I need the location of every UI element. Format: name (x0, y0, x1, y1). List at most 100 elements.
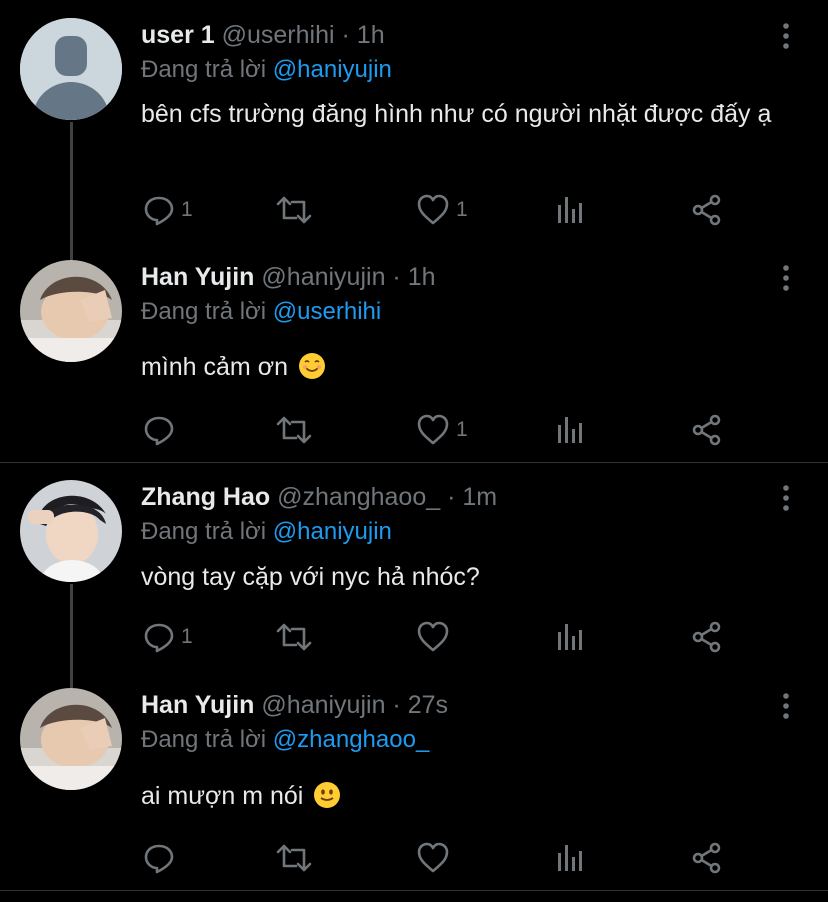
views-button[interactable] (556, 620, 584, 654)
tweet-text: mình cảm ơn (141, 353, 288, 381)
share-button[interactable] (692, 413, 722, 447)
handle[interactable]: @haniyujin (261, 691, 385, 719)
more-icon[interactable] (776, 264, 796, 292)
like-button[interactable] (416, 841, 456, 875)
views-icon (558, 417, 582, 443)
thread-divider (0, 462, 828, 463)
share-button[interactable] (692, 841, 722, 875)
reply-icon (144, 623, 174, 653)
avatar[interactable] (20, 480, 122, 582)
display-name[interactable]: Zhang Hao (141, 483, 270, 511)
like-icon (417, 194, 449, 225)
replying-to: Đang trả lời @zhanghaoo_ (141, 725, 429, 755)
like-button[interactable]: 1 (416, 413, 468, 447)
tweet-text: bên cfs trường đăng hình như có người nh… (141, 100, 772, 128)
display-name[interactable]: user 1 (141, 21, 215, 49)
like-count: 1 (456, 198, 468, 221)
replying-to: Đang trả lời @userhihi (141, 297, 381, 327)
action-bar: 1 (141, 413, 781, 447)
timestamp[interactable]: · 27s (392, 691, 448, 719)
reply-button[interactable]: 1 (143, 193, 193, 227)
share-button[interactable] (692, 193, 722, 227)
replying-to: Đang trả lời @haniyujin (141, 55, 392, 85)
views-button[interactable] (556, 193, 584, 227)
tweet-header: user 1 @userhihi · 1h (141, 20, 385, 50)
reply-count: 1 (181, 625, 193, 648)
retweet-button[interactable] (276, 413, 318, 447)
action-bar: 1 (141, 620, 781, 654)
more-icon[interactable] (776, 484, 796, 512)
profile-photo-icon (20, 260, 122, 362)
more-icon[interactable] (776, 692, 796, 720)
timestamp[interactable]: · 1h (392, 263, 435, 291)
smiling-face-emoji-icon (298, 353, 325, 379)
bottom-divider (0, 890, 828, 891)
replying-to-label: Đang trả lời (141, 298, 267, 325)
handle[interactable]: @haniyujin (261, 263, 385, 291)
share-icon (692, 414, 721, 446)
handle[interactable]: @zhanghaoo_ (277, 483, 440, 511)
views-button[interactable] (556, 413, 584, 447)
more-icon[interactable] (776, 22, 796, 50)
like-button[interactable]: 1 (416, 193, 468, 227)
tweet-text-row: ai mượn m nói (141, 779, 801, 814)
profile-photo-icon (20, 480, 122, 582)
thread-connector-1 (70, 122, 73, 260)
handle[interactable]: @userhihi (222, 21, 335, 49)
reply-icon (144, 844, 174, 874)
like-icon (417, 842, 449, 873)
share-icon (692, 842, 721, 874)
tweet-text: ai mượn m nói (141, 782, 304, 810)
retweet-icon (276, 844, 312, 872)
tweet-text: vòng tay cặp với nyc hả nhóc? (141, 563, 480, 591)
retweet-button[interactable] (276, 841, 318, 875)
reply-count: 1 (181, 198, 193, 221)
slightly-smiling-face-emoji-icon (314, 782, 341, 808)
avatar[interactable] (20, 260, 122, 362)
share-button[interactable] (692, 620, 722, 654)
timestamp[interactable]: · 1h (342, 21, 385, 49)
tweet-header: Han Yujin @haniyujin · 1h (141, 262, 436, 292)
like-count: 1 (456, 418, 468, 441)
reply-icon (144, 416, 174, 446)
tweet-header: Zhang Hao @zhanghaoo_ · 1m (141, 482, 497, 512)
views-button[interactable] (556, 841, 584, 875)
reply-icon (144, 196, 174, 226)
reply-button[interactable]: 1 (143, 620, 193, 654)
retweet-icon (276, 623, 312, 651)
retweet-icon (276, 196, 312, 224)
action-bar: 1 1 (141, 193, 781, 227)
default-avatar-icon (20, 18, 122, 120)
mention-link[interactable]: @zhanghaoo_ (273, 726, 430, 753)
retweet-button[interactable] (276, 193, 318, 227)
views-icon (558, 197, 582, 223)
views-icon (558, 845, 582, 871)
replying-to-label: Đang trả lời (141, 518, 267, 545)
mention-link[interactable]: @haniyujin (273, 518, 392, 545)
reply-button[interactable] (143, 413, 181, 447)
share-icon (692, 621, 721, 653)
mention-link[interactable]: @userhihi (273, 298, 381, 325)
retweet-icon (276, 416, 312, 444)
like-button[interactable] (416, 620, 456, 654)
thread-connector-2 (70, 584, 73, 688)
avatar[interactable] (20, 18, 122, 120)
tweet-header: Han Yujin @haniyujin · 27s (141, 690, 448, 720)
display-name[interactable]: Han Yujin (141, 691, 254, 719)
like-icon (417, 621, 449, 652)
share-icon (692, 194, 721, 226)
like-icon (417, 414, 449, 445)
views-icon (558, 624, 582, 650)
replying-to-label: Đang trả lời (141, 56, 267, 83)
reply-button[interactable] (143, 841, 181, 875)
profile-photo-icon (20, 688, 122, 790)
replying-to: Đang trả lời @haniyujin (141, 517, 392, 547)
mention-link[interactable]: @haniyujin (273, 56, 392, 83)
timestamp[interactable]: · 1m (447, 483, 497, 511)
retweet-button[interactable] (276, 620, 318, 654)
replying-to-label: Đang trả lời (141, 726, 267, 753)
display-name[interactable]: Han Yujin (141, 263, 254, 291)
tweet-text-row: mình cảm ơn (141, 350, 801, 385)
action-bar (141, 841, 781, 875)
avatar[interactable] (20, 688, 122, 790)
